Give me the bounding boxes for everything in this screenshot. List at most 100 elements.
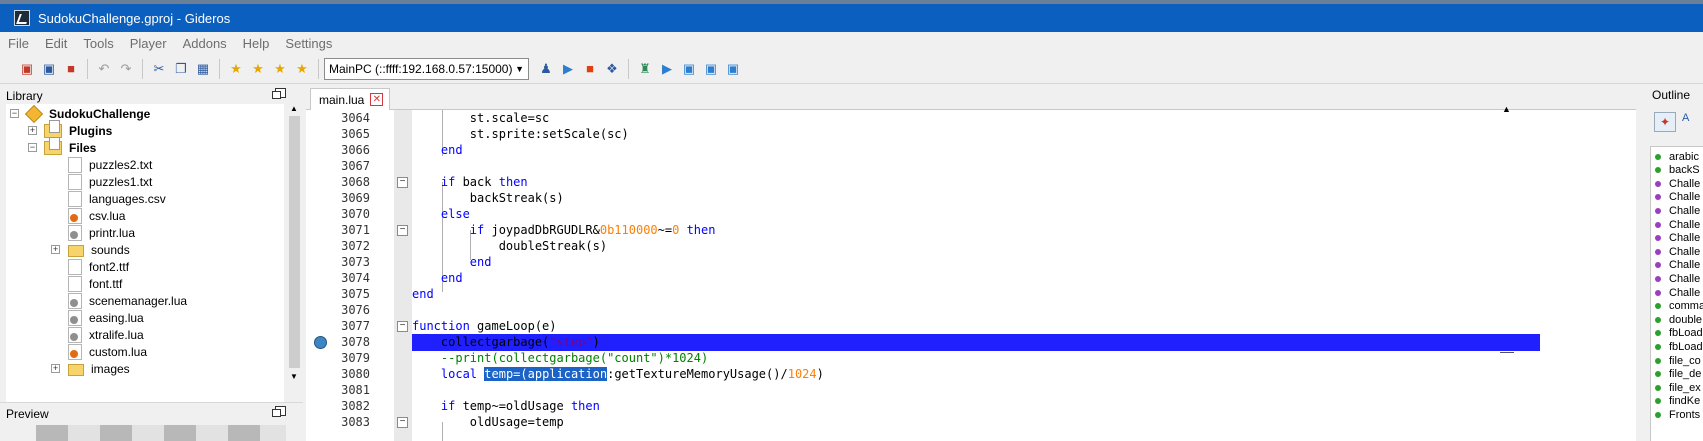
project-icon [24,104,44,124]
lua-file-icon [68,293,82,309]
breakpoint-marker[interactable] [314,336,327,349]
fold-margin[interactable] [394,110,412,441]
title-bar[interactable]: SudokuChallenge.gproj - Gideros [0,4,1703,32]
player-target-value: MainPC (::ffff:192.168.0.57:15000) [329,61,513,76]
function-icon [1655,316,1661,323]
outline-item-label: file_co [1669,354,1701,367]
function-icon [1655,221,1661,228]
tree-item-file[interactable]: languages.csv [68,190,166,208]
tree-item-file[interactable]: scenemanager.lua [68,292,187,310]
scroll-down-icon[interactable]: ▼ [290,372,298,381]
code-line: st.sprite:setScale(sc) [412,127,629,141]
tree-item-file[interactable]: printr.lua [68,224,135,242]
tree-item-project[interactable]: SudokuChallenge [24,104,151,124]
play-icon[interactable]: ▶ [559,60,577,78]
paste-icon[interactable]: ▦ [194,60,212,78]
toolbar-separator [628,58,629,79]
scroll-up-icon[interactable]: ▲ [1502,104,1511,114]
outline-item-label: comma [1669,300,1703,313]
expand-icon[interactable]: + [51,245,60,254]
step-out-icon[interactable]: ▣ [724,60,742,78]
fold-icon[interactable]: − [397,417,408,428]
cut-icon[interactable]: ✂ [150,60,168,78]
tree-item-folder[interactable]: images [68,360,130,378]
toolbar-separator [318,58,319,79]
tree-item-file[interactable]: easing.lua [68,309,144,327]
stop-icon[interactable]: ■ [581,60,599,78]
toolbar-separator [219,58,220,79]
debug-continue-icon[interactable]: ▶ [658,60,676,78]
scroll-up-icon[interactable]: ▲ [290,104,298,113]
bookmark-next-icon[interactable]: ★ [249,60,267,78]
expand-icon[interactable]: + [28,126,37,135]
debug-bug-icon[interactable]: ♜ [636,60,654,78]
menu-help[interactable]: Help [241,36,272,51]
file-icon [68,259,82,275]
menu-settings[interactable]: Settings [283,36,334,51]
toolbar-separator [142,58,143,79]
tree-item-label: font2.ttf [89,260,130,274]
step-over-icon[interactable]: ▣ [680,60,698,78]
tree-item-file[interactable]: font2.ttf [68,258,129,276]
tree-item-file[interactable]: puzzles2.txt [68,156,152,174]
step-into-icon[interactable]: ▣ [702,60,720,78]
bookmark-clear-icon[interactable]: ★ [293,60,311,78]
menu-edit[interactable]: Edit [43,36,69,51]
folder-icon [44,120,62,138]
outline-item-label: fbLoad [1669,327,1703,340]
code-area[interactable]: st.scale=sc st.sprite:setScale(sc) end i… [412,110,1634,441]
tree-item-file[interactable]: xtralife.lua [68,326,144,344]
editor-tab-bar: main.lua ✕ [306,86,1636,110]
tree-item-folder[interactable]: sounds [68,241,130,259]
collapse-icon[interactable]: − [10,109,19,118]
fold-icon[interactable]: − [397,321,408,332]
menu-addons[interactable]: Addons [181,36,229,51]
outline-item[interactable]: Fronts [1655,407,1700,422]
collapse-icon[interactable]: − [28,143,37,152]
editor-scrollbar[interactable]: ▲ [1500,104,1514,353]
expand-icon[interactable]: + [51,364,60,373]
tree-item-file[interactable]: puzzles1.txt [68,173,152,191]
menu-file[interactable]: File [6,36,31,51]
start-player-icon[interactable]: ♟ [537,60,555,78]
export-icon[interactable]: ❖ [603,60,621,78]
save-all-icon[interactable]: ▣ [40,60,58,78]
tree-item-label: SudokuChallenge [49,107,151,121]
line-number: 3082 [341,399,370,413]
library-scrollbar[interactable]: ▲ ▼ [286,104,303,402]
tab-main-lua[interactable]: main.lua ✕ [310,88,391,110]
tree-item-file[interactable]: custom.lua [68,343,147,361]
outline-panel: Outline ✦ A arabic backS Challe Challe Chall… [1648,86,1703,441]
main-toolbar: ▣ ▣ ■ ↶ ↷ ✂ ❐ ▦ ★ ★ ★ ★ MainPC (::ffff:1… [0,54,1703,84]
player-target-select[interactable]: MainPC (::ffff:192.168.0.57:15000) ▼ [324,57,529,80]
tree-item-label: Plugins [69,124,113,138]
tree-item-file[interactable]: font.ttf [68,275,122,293]
undo-icon[interactable]: ↶ [95,60,113,78]
undock-icon[interactable] [272,406,286,417]
bookmark-toggle-icon[interactable]: ★ [227,60,245,78]
line-number-gutter[interactable]: 3064 3065 3066 3067 3068 3069 3070 3071 … [306,110,394,441]
undock-icon[interactable] [272,88,286,99]
bookmark-prev-icon[interactable]: ★ [271,60,289,78]
library-title: Library [6,89,43,103]
tree-item-file[interactable]: csv.lua [68,207,125,225]
copy-icon[interactable]: ❐ [172,60,190,78]
filter-icon[interactable]: ✦ [1654,112,1676,132]
fold-icon[interactable]: − [397,177,408,188]
tree-item-label: easing.lua [89,311,144,325]
menu-tools[interactable]: Tools [81,36,115,51]
redo-icon[interactable]: ↷ [117,60,135,78]
fold-icon[interactable]: − [397,225,408,236]
line-number: 3074 [341,271,370,285]
menu-player[interactable]: Player [128,36,169,51]
sort-az-icon[interactable]: A [1682,112,1689,124]
close-icon[interactable]: ✕ [370,93,384,106]
library-panel: Library − SudokuChallenge + Plugins − Fi… [0,86,303,402]
line-number: 3065 [341,127,370,141]
scroll-position-marker[interactable] [1500,352,1514,353]
line-number: 3080 [341,367,370,381]
delete-icon[interactable]: ■ [62,60,80,78]
scrollbar-thumb[interactable] [289,116,300,368]
save-icon[interactable]: ▣ [18,60,36,78]
tree-item-files[interactable]: Files [44,137,96,157]
